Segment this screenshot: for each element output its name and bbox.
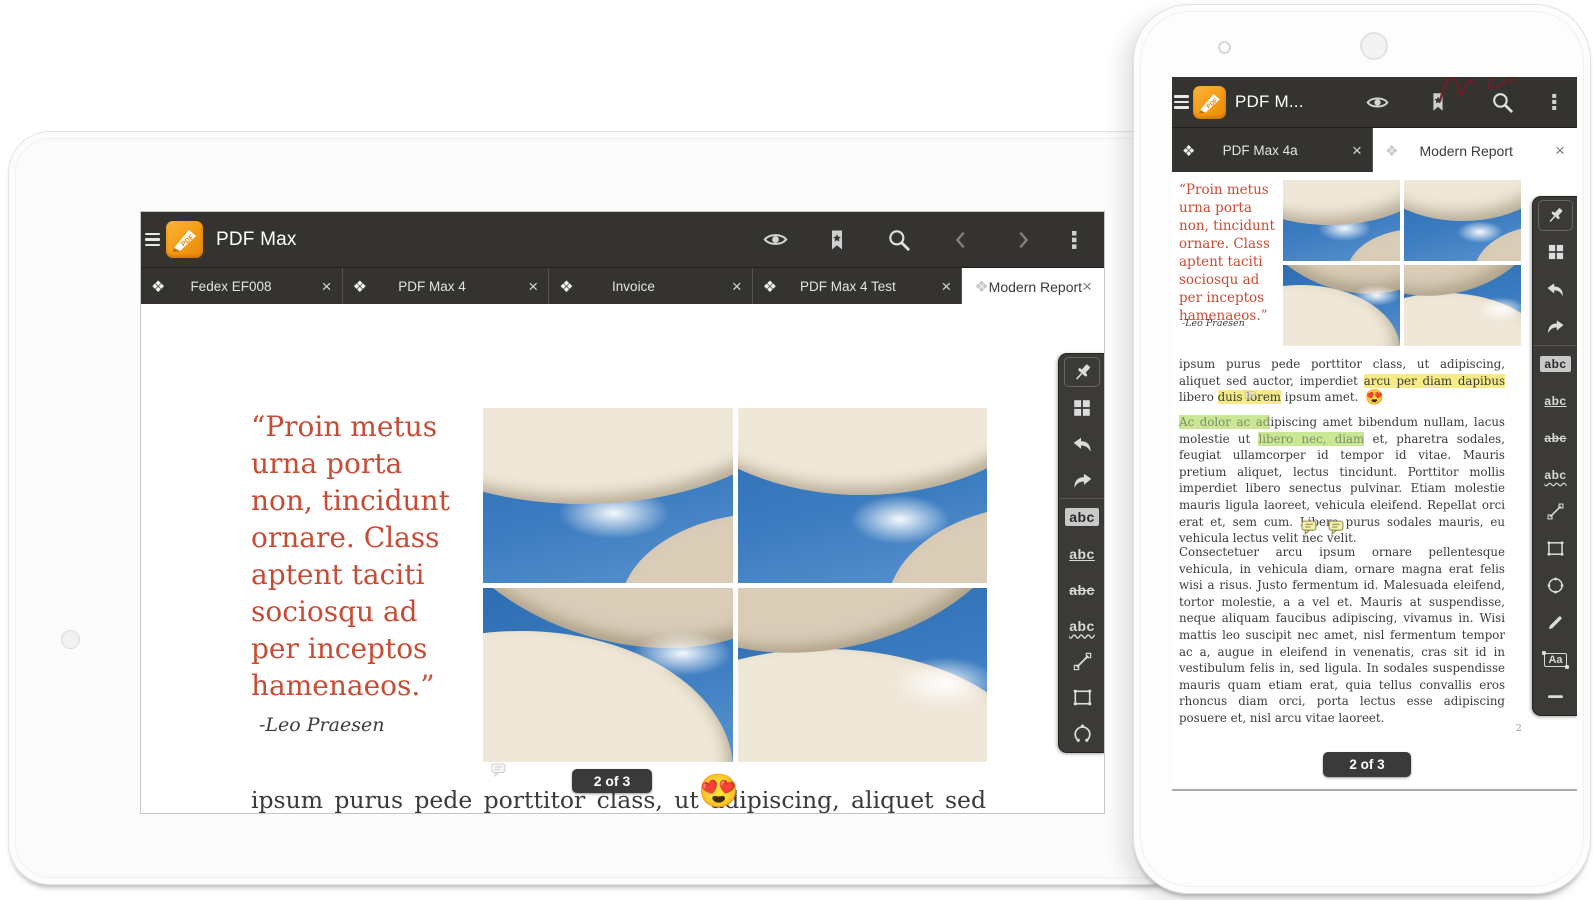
rectangle-tool-button[interactable] [1059, 680, 1105, 716]
body-paragraph-1: ipsum purus pede porttitor class, ut adi… [1179, 356, 1505, 406]
page-indicator: 2 of 3 [1323, 752, 1411, 777]
phone-document-page: “Proin metus urna porta non, tincidunt o… [1172, 172, 1577, 789]
architecture-photo-1 [483, 408, 733, 583]
freeline-tool-button[interactable] [1533, 678, 1577, 715]
photo-grid [483, 408, 987, 762]
tablet-tabbar: ❖ Fedex EF008 × ❖ PDF Max 4 × ❖ Invoice … [141, 267, 1104, 305]
overflow-menu-icon[interactable] [1054, 228, 1094, 252]
tab-pdf-max-4-test[interactable]: ❖ PDF Max 4 Test × [753, 268, 963, 305]
dropbox-icon: ❖ [974, 277, 988, 297]
line-tool-button[interactable] [1059, 644, 1105, 680]
menu-icon[interactable] [1174, 92, 1189, 112]
textbox-tool-button[interactable]: Aa [1533, 641, 1577, 678]
rectangle-tool-button[interactable] [1533, 530, 1577, 567]
redo-tool-button[interactable] [1059, 462, 1105, 498]
pull-quote: “Proin metus urna porta non, tincidunt o… [251, 408, 463, 704]
grid-view-tool-button[interactable] [1533, 234, 1577, 271]
dropbox-icon: ❖ [1385, 142, 1398, 160]
tab-fedex-ef008[interactable]: ❖ Fedex EF008 × [141, 268, 343, 305]
line-tool-button[interactable] [1533, 493, 1577, 530]
menu-icon[interactable] [145, 230, 160, 250]
view-mode-icon[interactable] [1347, 90, 1407, 115]
tab-pdf-max-4a[interactable]: ❖ PDF Max 4a × [1172, 128, 1373, 173]
circle-tool-button[interactable] [1533, 567, 1577, 604]
pdfmax-logo-icon: PDF [1193, 86, 1226, 119]
overflow-menu-icon[interactable] [1535, 91, 1573, 113]
undo-tool-button[interactable] [1533, 271, 1577, 308]
highlight-tool-button[interactable]: abc [1533, 345, 1577, 383]
architecture-photo-2 [1404, 180, 1521, 261]
tablet-camera [61, 630, 80, 649]
close-tab-icon[interactable]: × [941, 278, 951, 295]
architecture-photo-4 [738, 588, 988, 763]
document-page-number: 2 [1516, 724, 1522, 734]
close-tab-icon[interactable]: × [1082, 278, 1092, 295]
view-mode-icon[interactable] [744, 226, 806, 253]
tablet-app-window: PDF PDF Max ❖ Fedex EF008 × [140, 211, 1105, 814]
close-tab-icon[interactable]: × [1555, 142, 1565, 159]
pin-tool-button[interactable] [1533, 197, 1577, 234]
dropbox-icon: ❖ [1182, 142, 1195, 160]
architecture-photo-4 [1404, 265, 1521, 346]
highlight-tool-button[interactable]: abc [1059, 498, 1105, 535]
search-icon[interactable] [868, 227, 930, 253]
phone-camera-small [1218, 41, 1231, 54]
phone-app-window: PDF PDF M... ❖ PDF Max 4a × ❖ Modern Rep… [1172, 77, 1577, 791]
tablet-annotation-toolbar: abc abc abc abc [1058, 353, 1105, 753]
note-bubble-icon[interactable] [491, 763, 507, 777]
phone-annotation-toolbar: abc abc abc abc Aa [1532, 196, 1577, 716]
comment-bubble-icon[interactable] [1301, 520, 1318, 535]
page-indicator: 2 of 3 [572, 769, 652, 793]
phone-tabbar: ❖ PDF Max 4a × ❖ Modern Report × [1172, 127, 1577, 173]
quote-attribution: -Leo Praesen [259, 714, 384, 736]
tab-pdf-max-4[interactable]: ❖ PDF Max 4 × [343, 268, 550, 305]
architecture-photo-3 [1283, 265, 1400, 346]
close-tab-icon[interactable]: × [322, 278, 332, 295]
phone-camera-large [1360, 32, 1388, 60]
strikeout-tool-button[interactable]: abc [1533, 420, 1577, 457]
heart-eyes-emoji-sticker[interactable]: 😍 [1365, 390, 1384, 405]
quote-attribution: -Leo Praesen [1182, 318, 1245, 329]
tab-modern-report[interactable]: ❖ Modern Report × [1373, 128, 1577, 173]
pdfmax-logo-icon: PDF [166, 221, 203, 258]
architecture-photo-1 [1283, 180, 1400, 261]
note-bubble-icon[interactable] [1244, 391, 1257, 402]
photo-grid [1283, 180, 1521, 346]
close-tab-icon[interactable]: × [1352, 142, 1362, 159]
underline-tool-button[interactable]: abc [1059, 535, 1105, 571]
dropbox-icon: ❖ [151, 277, 165, 297]
strikeout-tool-button[interactable]: abc [1059, 572, 1105, 608]
undo-tool-button[interactable] [1059, 426, 1105, 462]
grid-view-tool-button[interactable] [1059, 390, 1105, 426]
pin-tool-button[interactable] [1059, 354, 1105, 390]
comment-bubble-icon[interactable] [1328, 520, 1345, 535]
bookmark-icon[interactable] [806, 228, 868, 252]
arc-tool-button[interactable] [1059, 716, 1105, 752]
pen-tool-button[interactable] [1533, 604, 1577, 641]
dropbox-icon: ❖ [763, 277, 777, 297]
redo-tool-button[interactable] [1533, 308, 1577, 345]
architecture-photo-2 [738, 408, 988, 583]
ink-signature-annotation[interactable] [1434, 77, 1524, 111]
squiggly-tool-button[interactable]: abc [1533, 456, 1577, 493]
close-tab-icon[interactable]: × [732, 278, 742, 295]
squiggly-tool-button[interactable]: abc [1059, 608, 1105, 644]
tablet-topbar: PDF PDF Max [141, 212, 1104, 267]
architecture-photo-3 [483, 588, 733, 763]
dropbox-icon: ❖ [353, 277, 367, 297]
tablet-document-page: “Proin metus urna porta non, tincidunt o… [141, 304, 1104, 813]
pull-quote: “Proin metus urna porta non, tincidunt o… [1179, 181, 1283, 325]
close-tab-icon[interactable]: × [528, 278, 538, 295]
tab-modern-report[interactable]: ❖ Modern Report × [962, 268, 1104, 305]
previous-page-icon[interactable] [930, 229, 992, 251]
underline-tool-button[interactable]: abc [1533, 383, 1577, 420]
app-title: PDF Max [216, 229, 297, 251]
tab-invoice[interactable]: ❖ Invoice × [549, 268, 753, 305]
dropbox-icon: ❖ [559, 277, 573, 297]
next-page-icon[interactable] [992, 229, 1054, 251]
heart-eyes-emoji-sticker[interactable]: 😍 [698, 774, 739, 807]
app-title: PDF M... [1235, 92, 1304, 112]
body-paragraph-3: Consectetuer arcu ipsum ornare pellentes… [1179, 544, 1505, 727]
